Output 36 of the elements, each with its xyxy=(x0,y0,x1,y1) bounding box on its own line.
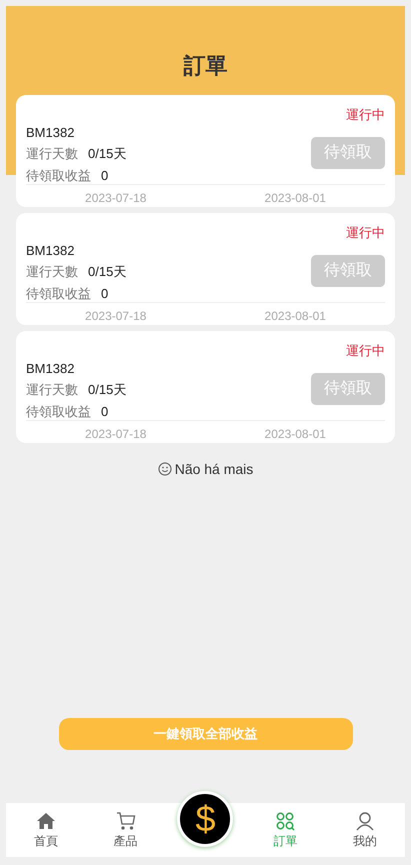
field-value: 0/15天 xyxy=(88,146,126,162)
order-code: BM1382 xyxy=(26,361,76,377)
smiley-icon xyxy=(158,462,172,476)
field-label: 運行天數 xyxy=(26,146,78,162)
grid-icon xyxy=(275,810,296,830)
field-label: 運行天數 xyxy=(26,382,78,398)
user-icon xyxy=(355,810,376,830)
start-date: 2023-07-18 xyxy=(85,309,146,323)
field-label: 待領取收益 xyxy=(26,404,91,420)
field-label: 待領取收益 xyxy=(26,286,91,302)
tab-item[interactable]: 我的 xyxy=(325,803,405,857)
order-code: BM1382 xyxy=(26,243,76,259)
field-label: 運行天數 xyxy=(26,264,78,280)
page-title: 訂單 xyxy=(182,52,228,80)
start-date: 2023-07-18 xyxy=(85,427,146,441)
field-label: 待領取收益 xyxy=(26,168,91,184)
end-date: 2023-08-01 xyxy=(264,427,326,441)
order-status: 運行中 xyxy=(346,342,385,357)
home-icon xyxy=(36,810,56,830)
tab-item[interactable]: 產品 xyxy=(86,803,166,857)
end-of-list-text: Não há mais xyxy=(174,461,254,477)
field-value: 0/15天 xyxy=(88,382,126,398)
field-value: 0 xyxy=(101,286,108,302)
cart-icon xyxy=(116,810,136,830)
field-value: 0 xyxy=(101,404,108,420)
order-code: BM1382 xyxy=(26,125,76,141)
field-value: 0 xyxy=(101,168,108,184)
tab-item[interactable]: 首頁 xyxy=(6,803,86,857)
start-date: 2023-07-18 xyxy=(85,191,146,205)
order-status: 運行中 xyxy=(346,224,385,239)
tab-item[interactable]: 訂單 xyxy=(245,803,326,857)
field-value: 0/15天 xyxy=(88,264,126,280)
end-date: 2023-08-01 xyxy=(264,191,326,205)
order-status: 運行中 xyxy=(346,106,385,121)
claim-all-button[interactable]: 一鍵領取全部收益 xyxy=(58,718,352,750)
end-date: 2023-08-01 xyxy=(264,309,326,323)
